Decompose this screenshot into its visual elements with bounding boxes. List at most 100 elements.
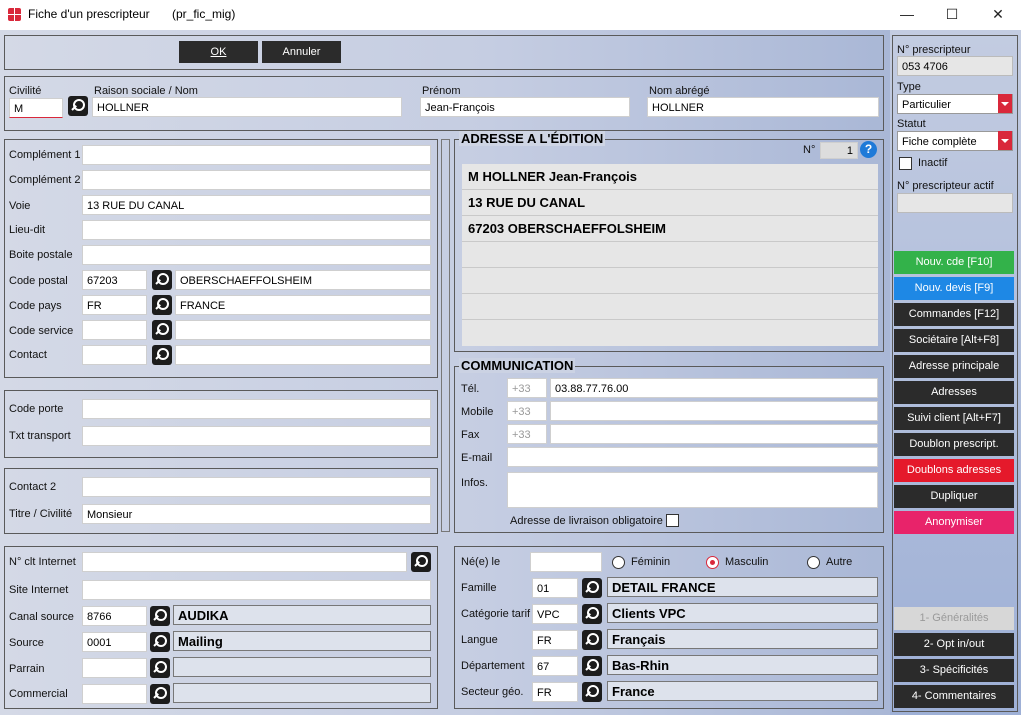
bp-input[interactable] [82, 245, 431, 265]
inactif-checkbox[interactable] [899, 157, 912, 170]
mobile-prefix[interactable]: +33 [507, 401, 547, 421]
lieudit-input[interactable] [82, 220, 431, 240]
commercial-code-input[interactable] [82, 684, 147, 704]
civilite-input[interactable]: M [9, 98, 63, 118]
pays-name-input[interactable]: FRANCE [175, 295, 431, 315]
canal-code-input[interactable]: 8766 [82, 606, 147, 626]
societaire-button[interactable]: Sociétaire [Alt+F8] [894, 329, 1014, 352]
canal-search-icon[interactable] [150, 606, 170, 626]
minimize-button[interactable]: — [884, 2, 930, 26]
service-name-input[interactable] [175, 320, 431, 340]
voie-input[interactable]: 13 RUE DU CANAL [82, 195, 431, 215]
dept-search-icon[interactable] [582, 656, 602, 676]
source-label: Source [9, 637, 44, 649]
close-button[interactable]: ✕ [975, 2, 1021, 26]
edition-title: ADRESSE A L'ÉDITION [459, 131, 606, 146]
nom-abrege-input[interactable]: HOLLNER [647, 97, 879, 117]
tab-generalites[interactable]: 1- Généralités [894, 607, 1014, 630]
type-select[interactable]: Particulier [897, 94, 1013, 114]
adresse-principale-button[interactable]: Adresse principale [894, 355, 1014, 378]
tarif-code-input[interactable]: VPC [532, 604, 578, 624]
clt-internet-input[interactable] [82, 552, 407, 572]
doublon-prescript-button[interactable]: Doublon prescript. [894, 433, 1014, 456]
maximize-button[interactable]: ☐ [929, 2, 975, 26]
ne-le-input[interactable] [530, 552, 602, 572]
infos-input[interactable] [507, 472, 878, 508]
ne-le-label: Né(e) le [461, 556, 501, 568]
edition-line: 13 RUE DU CANAL [462, 190, 878, 216]
dupliquer-button[interactable]: Dupliquer [894, 485, 1014, 508]
splitter-handle[interactable] [441, 139, 450, 532]
secteur-label: Secteur géo. [461, 686, 524, 698]
nouv-devis-button[interactable]: Nouv. devis [F9] [894, 277, 1014, 300]
parrain-code-input[interactable] [82, 658, 147, 678]
contact2-input[interactable] [82, 477, 431, 497]
prenom-input[interactable]: Jean-François [420, 97, 630, 117]
txt-transport-input[interactable] [82, 426, 431, 446]
commercial-search-icon[interactable] [150, 684, 170, 704]
famille-search-icon[interactable] [582, 578, 602, 598]
livraison-checkbox[interactable] [666, 514, 679, 527]
autre-radio[interactable] [807, 556, 820, 569]
service-search-icon[interactable] [152, 320, 172, 340]
txt-transport-label: Txt transport [9, 430, 71, 442]
statut-select[interactable]: Fiche complète [897, 131, 1013, 151]
parrain-search-icon[interactable] [150, 658, 170, 678]
commandes-button[interactable]: Commandes [F12] [894, 303, 1014, 326]
civilite-search-icon[interactable] [68, 96, 88, 116]
ville-input[interactable]: OBERSCHAEFFOLSHEIM [175, 270, 431, 290]
help-icon[interactable]: ? [860, 141, 877, 158]
tel-input[interactable]: 03.88.77.76.00 [550, 378, 878, 398]
num-prescripteur-value: 053 4706 [897, 56, 1013, 76]
tab-opt-in-out[interactable]: 2- Opt in/out [894, 633, 1014, 656]
email-input[interactable] [507, 447, 878, 467]
cp-search-icon[interactable] [152, 270, 172, 290]
famille-code-input[interactable]: 01 [532, 578, 578, 598]
contact-search-icon[interactable] [152, 345, 172, 365]
code-porte-input[interactable] [82, 399, 431, 419]
secteur-search-icon[interactable] [582, 682, 602, 702]
edition-line: 67203 OBERSCHAEFFOLSHEIM [462, 216, 878, 242]
suivi-client-button[interactable]: Suivi client [Alt+F7] [894, 407, 1014, 430]
nouv-cde-button[interactable]: Nouv. cde [F10] [894, 251, 1014, 274]
adresses-button[interactable]: Adresses [894, 381, 1014, 404]
chevron-down-icon[interactable] [998, 131, 1012, 150]
feminin-radio[interactable] [612, 556, 625, 569]
dept-code-input[interactable]: 67 [532, 656, 578, 676]
complement2-input[interactable] [82, 170, 431, 190]
masculin-radio[interactable] [706, 556, 719, 569]
clt-internet-search-icon[interactable] [411, 552, 431, 572]
langue-search-icon[interactable] [582, 630, 602, 650]
tarif-search-icon[interactable] [582, 604, 602, 624]
tab-specificites[interactable]: 3- Spécificités [894, 659, 1014, 682]
code-porte-label: Code porte [9, 403, 64, 415]
langue-name: Français [607, 629, 878, 649]
complement1-input[interactable] [82, 145, 431, 165]
anonymiser-button[interactable]: Anonymiser [894, 511, 1014, 534]
fax-prefix[interactable]: +33 [507, 424, 547, 444]
chevron-down-icon[interactable] [998, 94, 1012, 113]
contact-name-input[interactable] [175, 345, 431, 365]
toolbar-panel [4, 35, 884, 70]
tarif-name: Clients VPC [607, 603, 878, 623]
raison-input[interactable]: HOLLNER [92, 97, 402, 117]
tel-prefix[interactable]: +33 [507, 378, 547, 398]
edition-num-input[interactable]: 1 [820, 142, 858, 159]
langue-code-input[interactable]: FR [532, 630, 578, 650]
ok-button[interactable]: OK [179, 41, 258, 63]
mobile-input[interactable] [550, 401, 878, 421]
fax-input[interactable] [550, 424, 878, 444]
titre-input[interactable]: Monsieur [82, 504, 431, 524]
contact-code-input[interactable] [82, 345, 147, 365]
pays-code-input[interactable]: FR [82, 295, 147, 315]
secteur-code-input[interactable]: FR [532, 682, 578, 702]
service-code-input[interactable] [82, 320, 147, 340]
cancel-button[interactable]: Annuler [262, 41, 341, 63]
source-search-icon[interactable] [150, 632, 170, 652]
source-code-input[interactable]: 0001 [82, 632, 147, 652]
site-internet-input[interactable] [82, 580, 431, 600]
pays-search-icon[interactable] [152, 295, 172, 315]
cp-input[interactable]: 67203 [82, 270, 147, 290]
doublons-adresses-button[interactable]: Doublons adresses [894, 459, 1014, 482]
tab-commentaires[interactable]: 4- Commentaires [894, 685, 1014, 708]
